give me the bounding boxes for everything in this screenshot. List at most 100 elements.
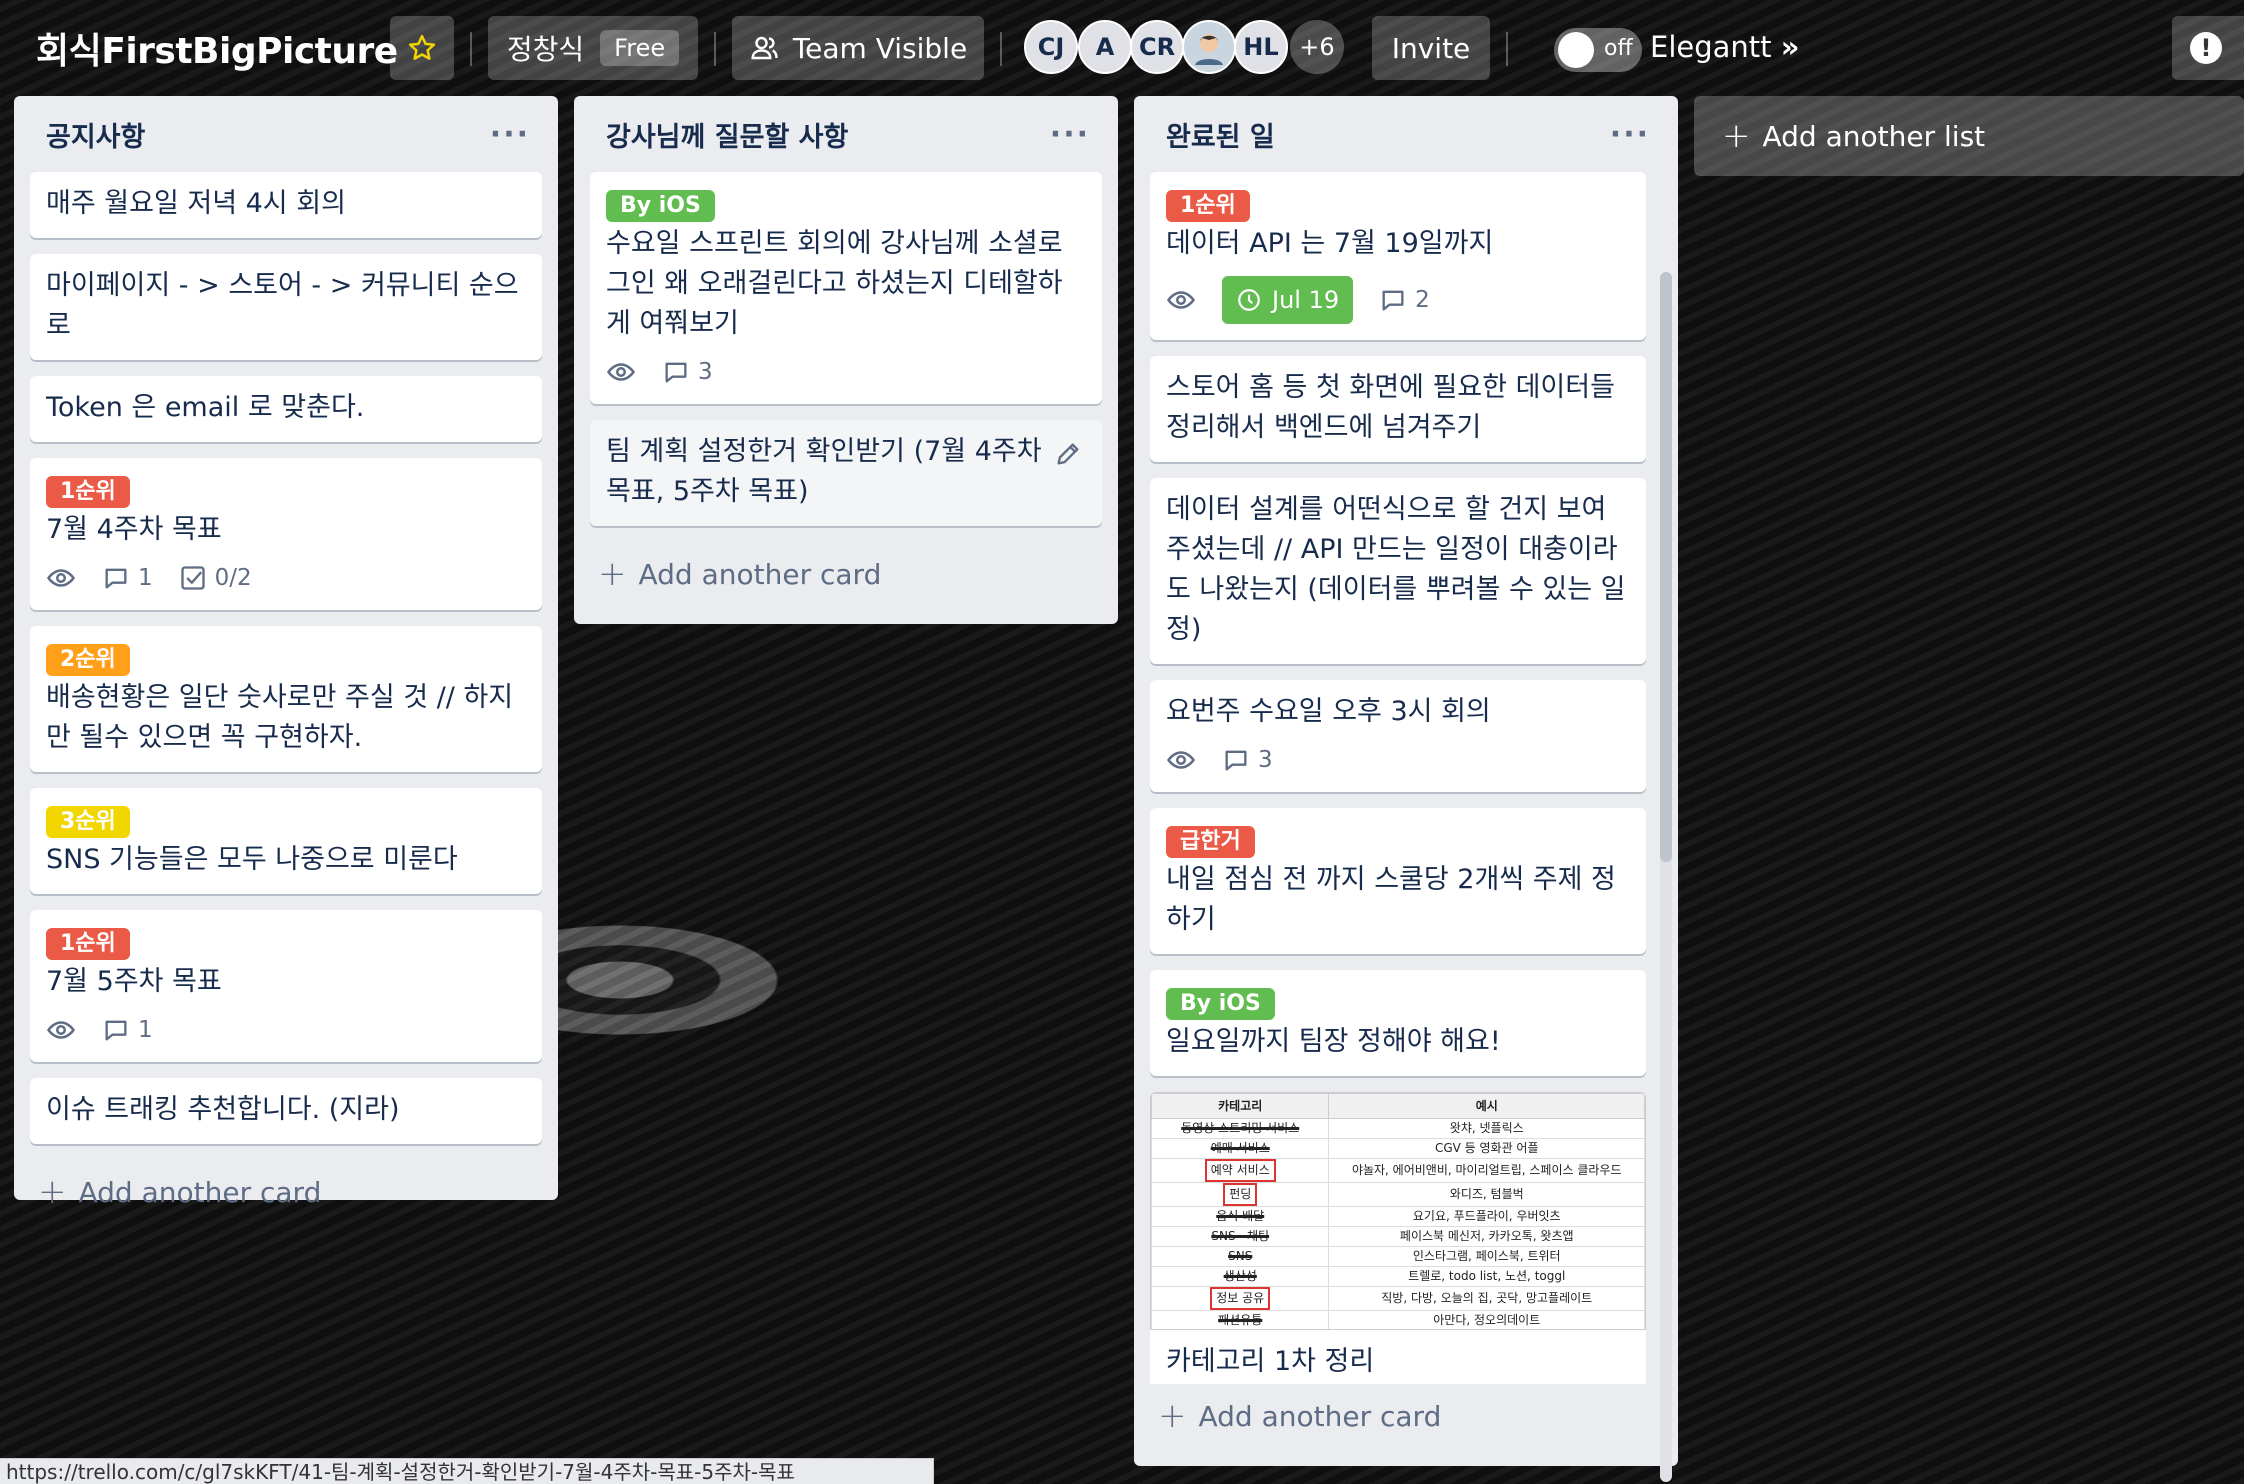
comment-count: 2 [1415, 287, 1430, 313]
member-avatar[interactable]: CJ [1024, 20, 1078, 74]
card-title: 이슈 트래킹 추천합니다. (지라) [46, 1094, 400, 1125]
comment-icon [105, 568, 127, 589]
card-label: 3순위 [46, 806, 130, 838]
member-avatar[interactable]: CR [1130, 20, 1184, 74]
table-cell: CGV 등 영화관 어플 [1328, 1138, 1645, 1159]
card-label: 2순위 [46, 644, 130, 676]
plan-badge: Free [600, 30, 680, 66]
card-badges: 1 0/2 [46, 560, 526, 596]
plus-icon: + [1158, 1396, 1187, 1436]
card[interactable]: 1순위 7월 5주차 목표 1 [30, 910, 542, 1062]
card-hovered[interactable]: 팀 계획 설정한거 확인받기 (7월 4주차 목표, 5주차 목표) [590, 420, 1102, 526]
star-button[interactable] [390, 16, 454, 80]
elegantt-powerup-button[interactable]: Elegantt » [1650, 30, 1799, 64]
due-date-badge[interactable]: Jul 19 [1222, 276, 1354, 324]
member-avatar[interactable]: A [1078, 20, 1132, 74]
card-title: 배송현황은 일단 숫사로만 주실 것 // 하지만 될수 있으면 꼭 구현하자. [46, 682, 514, 753]
card[interactable]: By iOS 수요일 스프린트 회의에 강사님께 소셜로그인 왜 오래걸린다고 … [590, 172, 1102, 404]
header-divider [470, 32, 472, 66]
more-members-button[interactable]: +6 [1290, 20, 1344, 74]
add-card-button[interactable]: + Add another card [574, 542, 1118, 606]
board-header: 회식FirstBigPicture 정창식 Free Team Visible … [0, 0, 2244, 96]
list-menu-icon[interactable]: ··· [490, 117, 530, 152]
member-avatar[interactable]: HL [1234, 20, 1288, 74]
card[interactable]: 이슈 트래킹 추천합니다. (지라) [30, 1078, 542, 1144]
star-icon [408, 34, 436, 60]
add-list-button[interactable]: + Add another list [1694, 96, 2244, 176]
toggle-state: off [1604, 36, 1633, 61]
due-date: Jul 19 [1272, 286, 1340, 314]
comment-icon [665, 362, 687, 383]
card[interactable]: 매주 월요일 저녁 4시 회의 [30, 172, 542, 238]
list-menu-icon[interactable]: ··· [1050, 117, 1090, 152]
add-card-button[interactable]: + Add another card [14, 1160, 558, 1224]
list-title[interactable]: 공지사항 [46, 115, 145, 154]
card-badges: 3 [606, 354, 1086, 390]
table-cell: 예약 서비스 [1204, 1159, 1276, 1182]
watch-badge [1166, 745, 1196, 775]
card[interactable]: 2순위 배송현황은 일단 숫사로만 주실 것 // 하지만 될수 있으면 꼭 구… [30, 626, 542, 772]
list-title[interactable]: 강사님께 질문할 사항 [606, 115, 848, 154]
card-title: Token 은 email 로 맞춘다. [46, 392, 365, 423]
info-button[interactable]: ! [2172, 16, 2244, 80]
card[interactable]: By iOS 일요일까지 팀장 정해야 해요! [1150, 970, 1646, 1076]
add-list-label: Add another list [1762, 119, 1986, 153]
pencil-icon[interactable] [1054, 440, 1082, 468]
alert-icon: ! [2190, 32, 2222, 64]
comment-count: 1 [138, 1017, 153, 1043]
comment-count: 3 [698, 359, 713, 385]
card[interactable]: 급한거 내일 점심 전 까지 스쿨당 2개씩 주제 정하기 [1150, 808, 1646, 954]
card-title: 데이터 API 는 7월 19일까지 [1166, 228, 1494, 259]
card[interactable]: 1순위 7월 4주차 목표 1 0/2 [30, 458, 542, 610]
card[interactable]: 스토어 홈 등 첫 화면에 필요한 데이터들 정리해서 백엔드에 넘겨주기 [1150, 356, 1646, 462]
card-label: By iOS [606, 190, 715, 222]
plus-icon: + [598, 554, 627, 594]
list-header[interactable]: 강사님께 질문할 사항 ··· [574, 96, 1118, 172]
card[interactable]: 요번주 수요일 오후 3시 회의 3 [1150, 680, 1646, 792]
team-icon [751, 36, 778, 60]
watch-badge [46, 1015, 76, 1045]
browser-status-url: https://trello.com/c/gl7skKFT/41-팀-계획-설정… [0, 1458, 934, 1484]
table-header: 예시 [1328, 1093, 1645, 1119]
list-header[interactable]: 완료된 일 ··· [1134, 96, 1678, 172]
card[interactable]: 데이터 설계를 어떤식으로 할 건지 보여주셨는데 // API 만드는 일정이… [1150, 478, 1646, 664]
comment-count: 1 [138, 565, 153, 591]
card-title: 스토어 홈 등 첫 화면에 필요한 데이터들 정리해서 백엔드에 넘겨주기 [1166, 372, 1615, 443]
card-label: 1순위 [46, 476, 130, 508]
invite-button[interactable]: Invite [1372, 16, 1490, 80]
visibility-button[interactable]: Team Visible [732, 16, 984, 80]
comment-badge: 1 [102, 1010, 153, 1050]
add-card-button[interactable]: + Add another card [1134, 1384, 1678, 1448]
list-menu-icon[interactable]: ··· [1610, 117, 1650, 152]
powerup-toggle[interactable]: off [1554, 28, 1642, 72]
board-title[interactable]: 회식FirstBigPicture [36, 22, 398, 74]
card-with-cover[interactable]: 카테고리 예시 동영상 스트리밍 서비스 왓챠, 넷플릭스 예매 서비스 CGV 등 … [1150, 1092, 1646, 1384]
card-title: 마이페이지 - > 스토어 - > 커뮤니티 순으로 [46, 270, 519, 341]
card-title: 수요일 스프린트 회의에 강사님께 소셜로그인 왜 오래걸린다고 하셨는지 디테… [606, 228, 1063, 339]
list-scrollbar[interactable] [1660, 272, 1672, 862]
table-cell: 예매 서비스 [1210, 1141, 1270, 1155]
table-cell: 야놀자, 에어비앤비, 마이리얼트립, 스페이스 클라우드 [1328, 1158, 1645, 1183]
card-title: 요번주 수요일 오후 3시 회의 [1166, 696, 1491, 727]
eye-icon [46, 1021, 76, 1039]
card-title: 카테고리 1차 정리 [1166, 1346, 1375, 1377]
comment-icon [1382, 290, 1404, 311]
card[interactable]: 3순위 SNS 기능들은 모두 나중으로 미룬다 [30, 788, 542, 894]
plus-icon: + [1722, 116, 1751, 156]
card-container: 매주 월요일 저녁 4시 회의 마이페이지 - > 스토어 - > 커뮤니티 순… [14, 172, 558, 1144]
add-card-label: Add another card [1198, 1399, 1442, 1433]
comment-badge: 2 [1379, 280, 1430, 320]
card[interactable]: 1순위 데이터 API 는 7월 19일까지 Jul 19 2 [1150, 172, 1646, 340]
card[interactable]: 마이페이지 - > 스토어 - > 커뮤니티 순으로 [30, 254, 542, 360]
comment-icon [1225, 750, 1247, 771]
list-header[interactable]: 공지사항 ··· [14, 96, 558, 172]
card[interactable]: Token 은 email 로 맞춘다. [30, 376, 542, 442]
member-photo-avatar[interactable] [1182, 20, 1236, 74]
watch-badge [46, 563, 76, 593]
org-button[interactable]: 정창식 Free [488, 16, 698, 80]
double-chevron-icon: » [1780, 30, 1800, 64]
card-badges: 1 [46, 1012, 526, 1048]
list-title[interactable]: 완료된 일 [1166, 115, 1275, 154]
watch-badge [1166, 285, 1196, 315]
watch-badge [606, 357, 636, 387]
